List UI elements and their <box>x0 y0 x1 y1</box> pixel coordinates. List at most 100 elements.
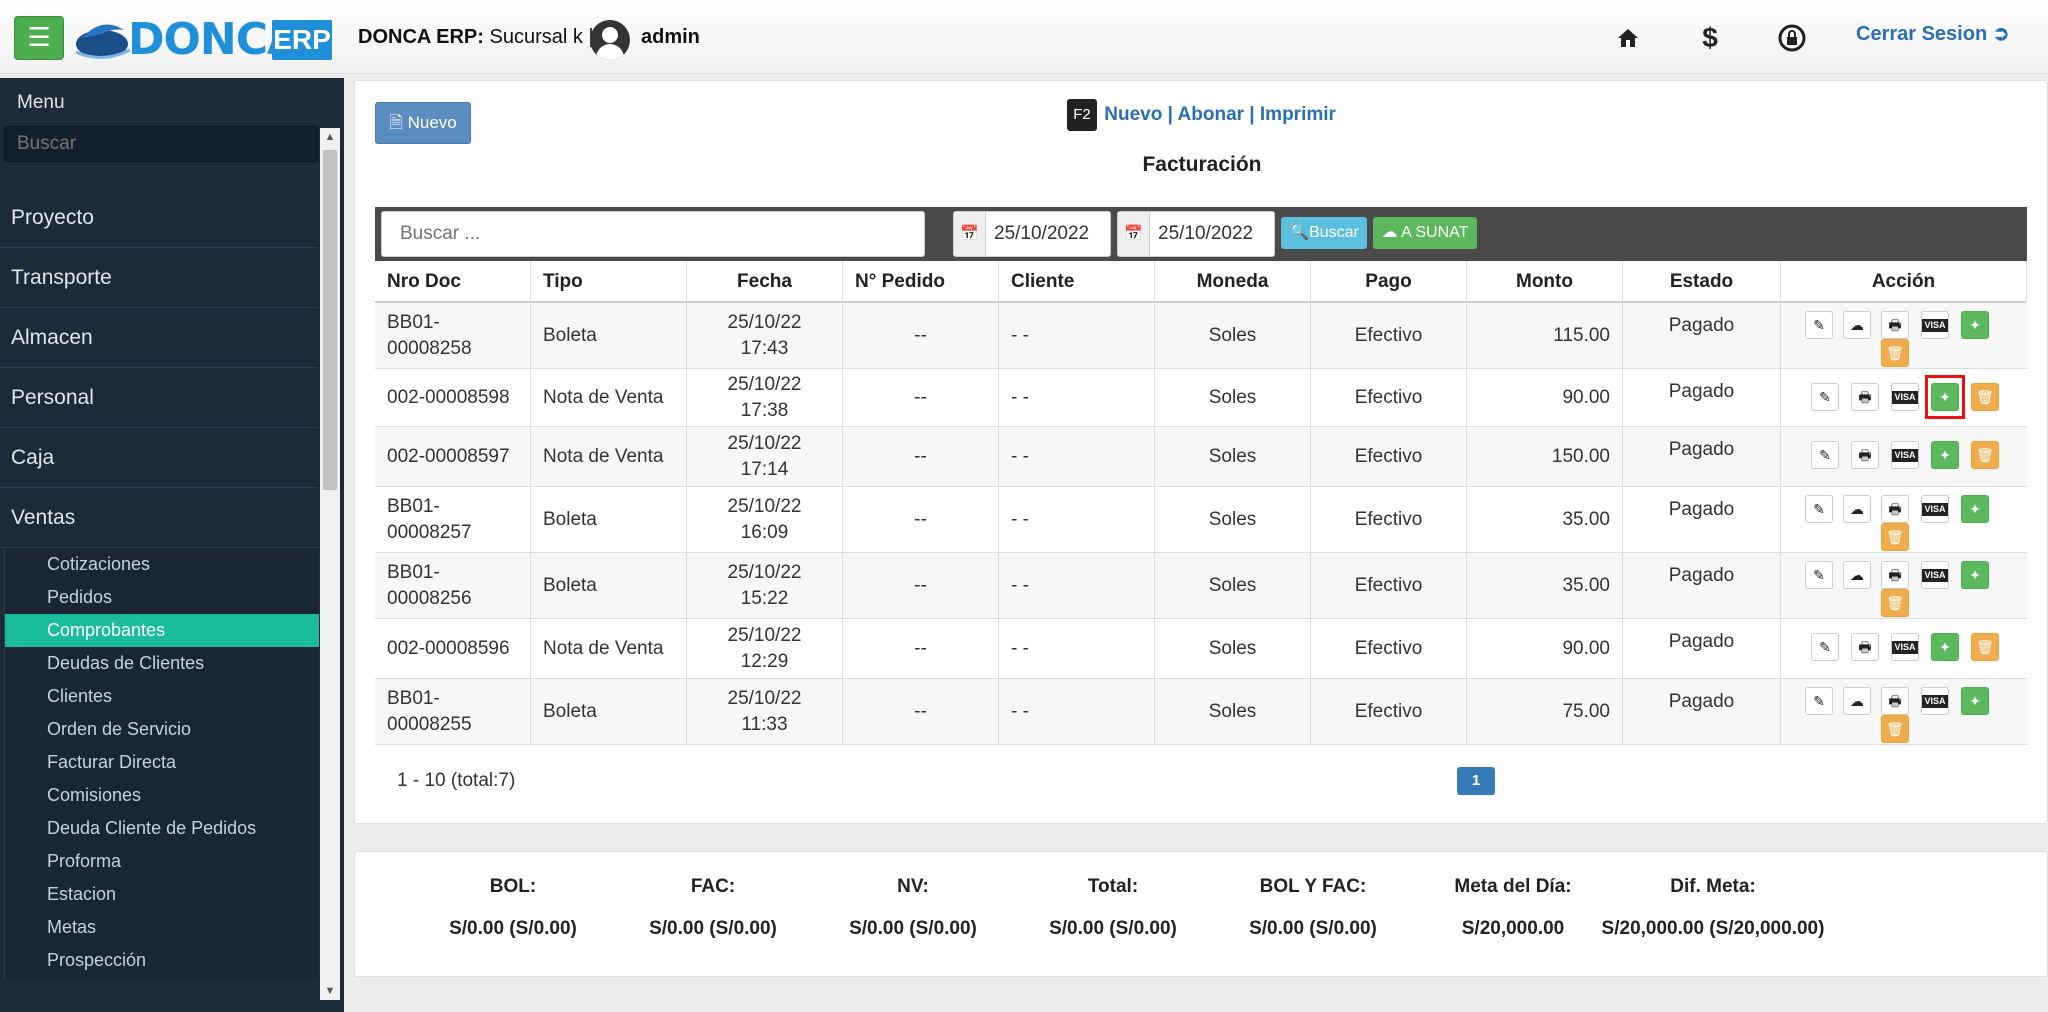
printer-icon[interactable]: 🖶 <box>1881 561 1909 589</box>
pencil-icon[interactable]: ✎ <box>1805 495 1833 523</box>
sidebar-sub-cotizaciones[interactable]: Cotizaciones <box>5 548 319 581</box>
visa-icon[interactable]: VISA <box>1921 311 1949 339</box>
sidebar-item-transporte[interactable]: Transporte <box>0 248 318 308</box>
pencil-icon[interactable]: ✎ <box>1811 633 1839 661</box>
printer-icon[interactable]: 🖶 <box>1881 687 1909 715</box>
pencil-icon[interactable]: ✎ <box>1811 441 1839 469</box>
pagination-page-1[interactable]: 1 <box>1457 767 1495 795</box>
printer-icon[interactable]: 🖶 <box>1881 311 1909 339</box>
row-actions: ✎ 🖶 VISA ✦ 🗑 <box>1781 619 2027 678</box>
sunat-button-label: A SUNAT <box>1401 224 1469 241</box>
magic-wand-icon[interactable]: ✦ <box>1961 687 1989 715</box>
search-icon: 🔍 <box>1289 224 1310 241</box>
visa-icon[interactable]: VISA <box>1921 687 1949 715</box>
pencil-icon[interactable]: ✎ <box>1805 311 1833 339</box>
sidebar-sub-pedidos[interactable]: Pedidos <box>5 581 319 614</box>
sidebar-sub-estacion[interactable]: Estacion <box>5 878 319 911</box>
cloud-icon[interactable]: ☁ <box>1843 495 1871 523</box>
sidebar-sub-comprobantes[interactable]: Comprobantes <box>5 614 319 647</box>
cell-nro: BB01- 00008256 <box>375 553 531 618</box>
logout-icon: ➲ <box>1992 23 2010 45</box>
sidebar-item-proyecto[interactable]: Proyecto <box>0 188 318 248</box>
buscar-button[interactable]: 🔍Buscar <box>1281 217 1367 249</box>
magic-wand-icon[interactable]: ✦ <box>1961 311 1989 339</box>
sidebar-sub-proforma[interactable]: Proforma <box>5 845 319 878</box>
cloud-icon[interactable]: ☁ <box>1843 561 1871 589</box>
cell-pago: Efectivo <box>1311 369 1467 426</box>
trash-icon[interactable]: 🗑 <box>1971 441 1999 469</box>
sidebar-sub-prospeccion[interactable]: Prospección <box>5 944 319 977</box>
scroll-down-icon[interactable]: ▼ <box>320 982 340 1000</box>
row-actions: ✎ ☁ 🖶 VISA ✦ 🗑 <box>1781 553 2027 618</box>
printer-icon[interactable]: 🖶 <box>1881 495 1909 523</box>
cell-pedido: -- <box>843 487 999 552</box>
trash-icon[interactable]: 🗑 <box>1881 339 1909 367</box>
sidebar-sub-orden-servicio[interactable]: Orden de Servicio <box>5 713 319 746</box>
cell-nro: BB01- 00008255 <box>375 679 531 744</box>
magic-wand-icon[interactable]: ✦ <box>1961 495 1989 523</box>
magic-wand-icon[interactable]: ✦ <box>1961 561 1989 589</box>
cell-moneda: Soles <box>1155 369 1311 426</box>
lock-icon[interactable] <box>1772 18 1812 58</box>
row-actions: ✎ ☁ 🖶 VISA ✦ 🗑 <box>1781 303 2027 368</box>
hamburger-icon[interactable]: ☰ <box>14 16 64 60</box>
trash-icon[interactable]: 🗑 <box>1881 715 1909 743</box>
calendar-icon: 📅 <box>1118 212 1150 256</box>
sidebar-sub-metas[interactable]: Metas <box>5 911 319 944</box>
row-actions: ✎ ☁ 🖶 VISA ✦ 🗑 <box>1781 679 2027 744</box>
app-logo: DONCA ERP <box>72 8 334 65</box>
sidebar-sub-comisiones[interactable]: Comisiones <box>5 779 319 812</box>
trash-icon[interactable]: 🗑 <box>1881 523 1909 551</box>
sidebar-sub-deudas-clientes[interactable]: Deudas de Clientes <box>5 647 319 680</box>
trash-icon[interactable]: 🗑 <box>1971 633 1999 661</box>
sunat-button[interactable]: ☁ A SUNAT <box>1373 217 1477 249</box>
cloud-icon[interactable]: ☁ <box>1843 687 1871 715</box>
trash-icon[interactable]: 🗑 <box>1881 589 1909 617</box>
logout-link[interactable]: Cerrar Sesion ➲ <box>1856 21 2010 46</box>
pencil-icon[interactable]: ✎ <box>1811 383 1839 411</box>
magic-wand-icon[interactable]: ✦ <box>1931 633 1959 661</box>
pencil-icon[interactable]: ✎ <box>1805 561 1833 589</box>
printer-icon[interactable]: 🖶 <box>1851 441 1879 469</box>
visa-icon[interactable]: VISA <box>1921 561 1949 589</box>
app-name: DONCA ERP: <box>358 26 484 48</box>
ventas-submenu: Cotizaciones Pedidos Comprobantes Deudas… <box>4 548 319 978</box>
search-input[interactable] <box>381 211 925 257</box>
sidebar-item-almacen[interactable]: Almacen <box>0 308 318 368</box>
date-from-field[interactable]: 📅 25/10/2022 <box>953 211 1111 257</box>
sidebar-sub-deuda-cliente-pedidos[interactable]: Deuda Cliente de Pedidos <box>5 812 319 845</box>
printer-icon[interactable]: 🖶 <box>1851 633 1879 661</box>
home-icon[interactable] <box>1608 18 1648 58</box>
sidebar-sub-facturar-directa[interactable]: Facturar Directa <box>5 746 319 779</box>
trash-icon[interactable]: 🗑 <box>1971 383 1999 411</box>
scroll-thumb[interactable] <box>323 150 337 490</box>
visa-icon[interactable]: VISA <box>1921 495 1949 523</box>
nuevo-button[interactable]: 🗎 Nuevo <box>375 102 471 144</box>
date-to-field[interactable]: 📅 25/10/2022 <box>1117 211 1275 257</box>
sidebar-item-ventas[interactable]: Ventas <box>0 488 318 548</box>
shortcut-imprimir-link[interactable]: Imprimir <box>1260 104 1336 125</box>
scroll-up-icon[interactable]: ▲ <box>320 128 340 146</box>
sidebar-sub-clientes[interactable]: Clientes <box>5 680 319 713</box>
cloud-icon[interactable]: ☁ <box>1843 311 1871 339</box>
shortcut-abonar-link[interactable]: Abonar <box>1178 104 1245 125</box>
f2-key-badge: F2 <box>1067 99 1097 131</box>
sidebar-search-input[interactable] <box>4 126 318 162</box>
cell-cliente: - - <box>999 427 1155 486</box>
column-header: Nro Doc <box>375 261 531 303</box>
visa-icon[interactable]: VISA <box>1891 383 1919 411</box>
shortcut-nuevo-link[interactable]: Nuevo <box>1104 104 1162 125</box>
dollar-icon[interactable]: $ <box>1690 18 1730 58</box>
cell-moneda: Soles <box>1155 679 1311 744</box>
sidebar-item-caja[interactable]: Caja <box>0 428 318 488</box>
visa-icon[interactable]: VISA <box>1891 441 1919 469</box>
sidebar-scrollbar[interactable]: ▲ ▼ <box>320 128 340 1000</box>
cell-tipo: Nota de Venta <box>531 619 687 678</box>
magic-wand-icon[interactable]: ✦ <box>1931 441 1959 469</box>
date-from-value: 25/10/2022 <box>994 223 1090 244</box>
top-header: ☰ DONCA ERP DONCA ERP: Sucursal k | admi… <box>0 0 2048 74</box>
visa-icon[interactable]: VISA <box>1891 633 1919 661</box>
printer-icon[interactable]: 🖶 <box>1851 383 1879 411</box>
pencil-icon[interactable]: ✎ <box>1805 687 1833 715</box>
sidebar-item-personal[interactable]: Personal <box>0 368 318 428</box>
